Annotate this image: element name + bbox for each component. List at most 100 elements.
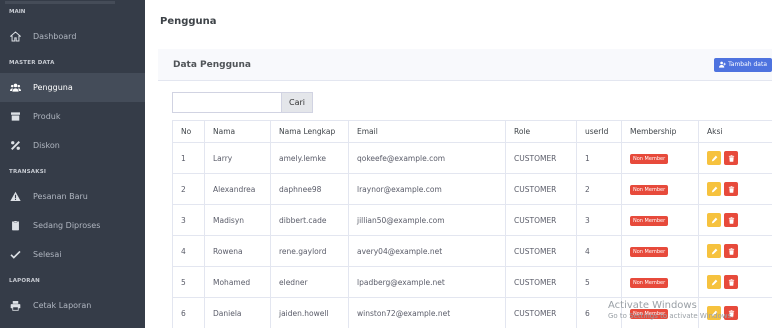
edit-button[interactable] xyxy=(707,151,721,165)
cell-role: CUSTOMER xyxy=(505,297,577,328)
cell-no: 4 xyxy=(172,235,205,267)
table-row: 4 Rowena rene.gaylord avery04@example.net CU… xyxy=(172,235,772,267)
cell-actions xyxy=(698,142,772,174)
cell-actions xyxy=(698,204,772,236)
trash-icon xyxy=(728,247,735,255)
search-bar: Cari xyxy=(172,92,313,113)
sidebar-item-sedang-diproses[interactable]: Sedang Diproses xyxy=(0,211,145,240)
sidebar-item-pesanan-baru[interactable]: Pesanan Baru xyxy=(0,182,145,211)
column-header: Nama xyxy=(204,120,271,143)
search-input[interactable] xyxy=(172,92,281,113)
sidebar-item-produk[interactable]: Produk xyxy=(0,102,145,131)
add-data-button[interactable]: Tambah data xyxy=(714,57,772,72)
column-header: Role xyxy=(505,120,577,143)
search-button[interactable]: Cari xyxy=(281,92,313,113)
cell-email: lpadberg@example.net xyxy=(348,266,506,298)
percent-icon xyxy=(9,140,21,152)
trash-icon xyxy=(728,154,735,162)
cell-nama: Mohamed xyxy=(204,266,271,298)
cell-email: lraynor@example.com xyxy=(348,173,506,205)
watermark-title: Activate Windows xyxy=(608,300,697,311)
cell-actions xyxy=(698,235,772,267)
delete-button[interactable] xyxy=(724,213,738,227)
table-row: 1 Larry amely.lemke qokeefe@example.com CUST… xyxy=(172,142,772,174)
column-header: Email xyxy=(348,120,506,143)
cell-userid: 5 xyxy=(576,266,622,298)
sidebar-item-label: Cetak Laporan xyxy=(33,301,92,310)
table-row: 3 Madisyn dibbert.cade jillian50@example.co… xyxy=(172,204,772,236)
cell-no: 6 xyxy=(172,297,205,328)
cell-userid: 4 xyxy=(576,235,622,267)
cell-email: jillian50@example.com xyxy=(348,204,506,236)
cell-userid: 3 xyxy=(576,204,622,236)
column-header: Nama Lengkap xyxy=(270,120,349,143)
membership-badge: Non Member xyxy=(630,153,669,164)
delete-button[interactable] xyxy=(724,182,738,196)
table-header-row: No Nama Nama Lengkap Email Role userId M… xyxy=(172,120,772,143)
cell-email: qokeefe@example.com xyxy=(348,142,506,174)
cell-membership: Non Member xyxy=(621,142,699,174)
sidebar-item-label: Diskon xyxy=(33,141,60,150)
column-header: No xyxy=(172,120,205,143)
cell-role: CUSTOMER xyxy=(505,142,577,174)
cell-nama: Madisyn xyxy=(204,204,271,236)
sidebar-item-selesai[interactable]: Selesai xyxy=(0,240,145,269)
data-card: Data Pengguna Tambah data Cari No Nama N… xyxy=(158,49,772,328)
sidebar-item-pengguna[interactable]: Pengguna xyxy=(0,73,145,102)
watermark-subtitle: Go to Settings to activate Windows. xyxy=(608,312,734,320)
table-row: 2 Alexandrea daphnee98 lraynor@example.com C… xyxy=(172,173,772,205)
cell-role: CUSTOMER xyxy=(505,235,577,267)
sidebar-section-laporan: LAPORAN xyxy=(9,278,40,284)
cell-userid: 1 xyxy=(576,142,622,174)
sidebar-item-label: Sedang Diproses xyxy=(33,221,101,230)
trash-icon xyxy=(728,185,735,193)
cell-no: 1 xyxy=(172,142,205,174)
cell-no: 2 xyxy=(172,173,205,205)
cell-role: CUSTOMER xyxy=(505,266,577,298)
sidebar-item-cetak-laporan[interactable]: Cetak Laporan xyxy=(0,291,145,320)
cell-nama: Rowena xyxy=(204,235,271,267)
sidebar-section-transaksi: TRANSAKSI xyxy=(9,169,47,175)
cell-nama-lengkap: dibbert.cade xyxy=(270,204,349,236)
edit-button[interactable] xyxy=(707,213,721,227)
cell-role: CUSTOMER xyxy=(505,173,577,205)
sidebar-header: MAIN xyxy=(0,0,145,22)
warning-icon xyxy=(9,191,21,203)
table-row: 5 Mohamed eledner lpadberg@example.net CUSTO… xyxy=(172,266,772,298)
cell-membership: Non Member xyxy=(621,266,699,298)
membership-badge: Non Member xyxy=(630,184,669,195)
delete-button[interactable] xyxy=(724,151,738,165)
membership-badge: Non Member xyxy=(630,215,669,226)
sidebar-item-label: Dashboard xyxy=(33,32,77,41)
edit-icon xyxy=(711,279,718,286)
sidebar: MAIN Dashboard MASTER DATA Pengguna Prod… xyxy=(0,0,145,328)
cell-nama-lengkap: rene.gaylord xyxy=(270,235,349,267)
edit-icon xyxy=(711,155,718,162)
cell-email: winston72@example.net xyxy=(348,297,506,328)
edit-icon xyxy=(711,248,718,255)
cell-nama: Daniela xyxy=(204,297,271,328)
clipboard-icon xyxy=(9,220,21,232)
delete-button[interactable] xyxy=(724,244,738,258)
card-header: Data Pengguna Tambah data xyxy=(158,49,772,81)
activate-windows-watermark: Activate Windows Go to Settings to activ… xyxy=(608,300,733,320)
cell-no: 5 xyxy=(172,266,205,298)
sidebar-item-diskon[interactable]: Diskon xyxy=(0,131,145,160)
edit-button[interactable] xyxy=(707,244,721,258)
membership-badge: Non Member xyxy=(630,246,669,257)
cell-actions xyxy=(698,173,772,205)
sidebar-item-dashboard[interactable]: Dashboard xyxy=(0,22,145,51)
sidebar-section-master: MASTER DATA xyxy=(9,60,55,66)
box-icon xyxy=(9,111,21,123)
page-title: Pengguna xyxy=(145,0,772,42)
edit-icon xyxy=(711,186,718,193)
cell-nama-lengkap: eledner xyxy=(270,266,349,298)
cell-membership: Non Member xyxy=(621,173,699,205)
delete-button[interactable] xyxy=(724,275,738,289)
edit-button[interactable] xyxy=(707,275,721,289)
edit-button[interactable] xyxy=(707,182,721,196)
cell-nama: Alexandrea xyxy=(204,173,271,205)
cell-nama-lengkap: amely.lemke xyxy=(270,142,349,174)
cell-membership: Non Member xyxy=(621,235,699,267)
add-data-label: Tambah data xyxy=(728,61,767,68)
